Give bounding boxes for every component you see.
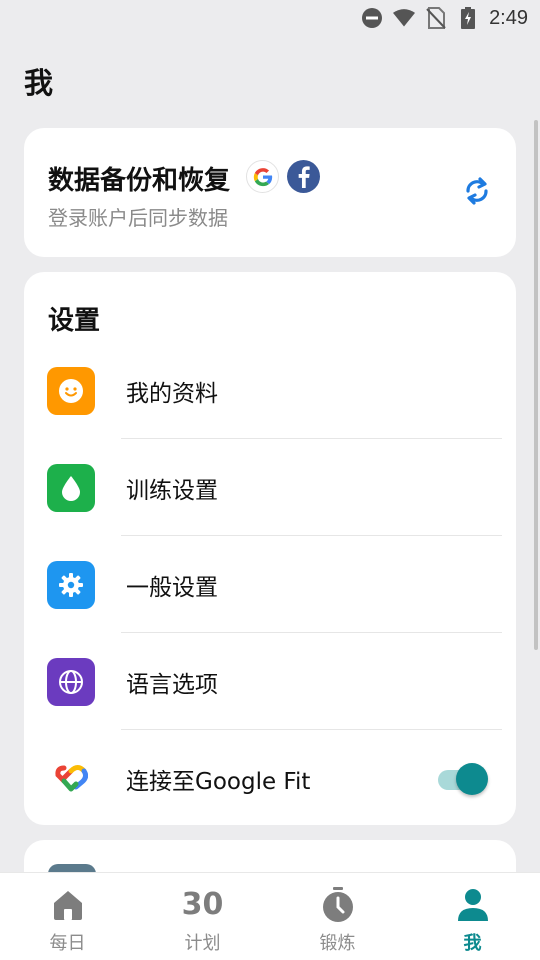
- sync-icon: [462, 174, 492, 212]
- home-icon: [48, 885, 88, 925]
- nav-label: 锻炼: [319, 933, 356, 954]
- nav-item-plan[interactable]: 30 计划: [135, 873, 270, 960]
- nav-item-workout[interactable]: 锻炼: [270, 873, 405, 960]
- settings-item-language[interactable]: 语言选项: [24, 633, 516, 730]
- settings-item-general[interactable]: 一般设置: [24, 536, 516, 633]
- settings-item-label: 训练设置: [126, 477, 218, 504]
- settings-item-label: 一般设置: [126, 574, 218, 601]
- settings-item-profile[interactable]: 我的资料: [24, 342, 516, 439]
- backup-card[interactable]: 数据备份和恢复 登录账户后同步数据: [24, 128, 516, 257]
- nav-item-me[interactable]: 我: [405, 873, 540, 960]
- scrollbar[interactable]: [534, 120, 538, 650]
- bottom-nav: 每日 30 计划 锻炼 我: [0, 872, 540, 960]
- settings-item-training[interactable]: 训练设置: [24, 439, 516, 536]
- calendar-30-icon: 30: [181, 885, 224, 925]
- google-fit-toggle[interactable]: [436, 762, 488, 796]
- nav-label: 我: [463, 933, 482, 954]
- globe-icon: [47, 657, 95, 706]
- status-time: 2:49: [489, 6, 528, 29]
- settings-item-label: 连接至Google Fit: [126, 768, 311, 795]
- wifi-icon: [393, 7, 416, 29]
- settings-item-label: 我的资料: [126, 380, 218, 407]
- google-fit-icon: [47, 755, 95, 803]
- toggle-knob: [456, 762, 488, 795]
- settings-card: 设置 我的资料 训练设置 一般设置 语言选项 连接至Google Fit: [24, 272, 516, 825]
- plan-number: 30: [181, 887, 224, 922]
- status-bar: 2:49: [0, 0, 540, 36]
- nav-item-daily[interactable]: 每日: [0, 873, 135, 960]
- facebook-icon: [287, 160, 320, 193]
- drop-icon: [47, 463, 95, 512]
- google-icon: [246, 160, 279, 193]
- gear-icon: [47, 560, 95, 609]
- smiley-icon: [47, 366, 95, 415]
- nav-label: 每日: [49, 933, 86, 954]
- nav-label: 计划: [184, 933, 221, 954]
- profile-icon: [453, 885, 493, 925]
- no-sim-icon: [425, 7, 447, 29]
- settings-item-google-fit[interactable]: 连接至Google Fit: [24, 730, 516, 827]
- backup-subtitle: 登录账户后同步数据: [48, 206, 228, 230]
- sync-button[interactable]: [460, 176, 494, 210]
- do-not-disturb-icon: [361, 7, 383, 29]
- settings-item-label: 语言选项: [126, 671, 218, 698]
- backup-title: 数据备份和恢复: [48, 166, 231, 196]
- page-title: 我: [24, 66, 54, 100]
- battery-charging-icon: [457, 7, 479, 29]
- stopwatch-icon: [318, 885, 358, 925]
- settings-title: 设置: [48, 306, 101, 336]
